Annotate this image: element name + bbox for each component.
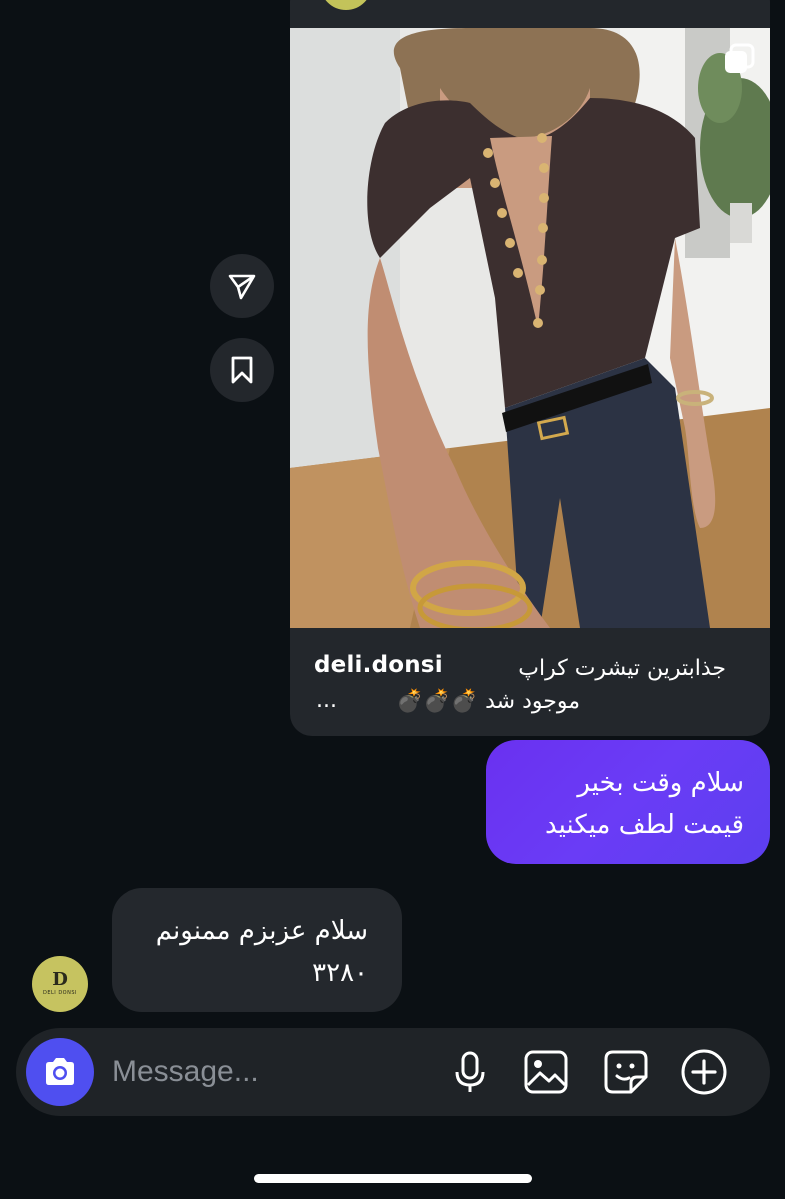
save-button[interactable] <box>210 338 274 402</box>
post-caption[interactable]: deli.donsi جذابترین تیشرت کراپ موجود شد … <box>290 628 770 736</box>
camera-icon <box>46 1058 74 1085</box>
sticker-icon <box>604 1050 648 1094</box>
share-button[interactable] <box>210 254 274 318</box>
more-button[interactable] <box>680 1048 728 1096</box>
plus-icon <box>681 1049 727 1095</box>
sender-avatar[interactable]: D DELI DONSI <box>32 956 88 1012</box>
shared-post-card[interactable]: deli.donsi جذابترین تیشرت کراپ موجود شد … <box>290 0 770 736</box>
post-photo <box>290 28 770 628</box>
incoming-message-text: سلام عزبزم ممنونم ۳۲۸۰ <box>155 916 368 988</box>
microphone-icon <box>455 1051 485 1092</box>
sender-avatar-logo: D <box>52 969 68 990</box>
post-author-avatar[interactable] <box>318 0 374 12</box>
gallery-icon <box>524 1050 568 1094</box>
post-caption-line1: جذابترین تیشرت کراپ <box>518 656 726 681</box>
incoming-message-bubble[interactable]: سلام عزبزم ممنونم ۳۲۸۰ <box>112 888 402 1012</box>
sender-avatar-label: DELI DONSI <box>42 990 78 996</box>
voice-button[interactable] <box>446 1048 494 1096</box>
sticker-button[interactable] <box>602 1048 650 1096</box>
gallery-button[interactable] <box>522 1048 570 1096</box>
outgoing-message-text: سلام وقت بخیر قیمت لطف میکنید <box>545 768 744 840</box>
caption-more[interactable]: ... <box>316 684 337 717</box>
message-composer <box>16 1028 770 1116</box>
home-indicator[interactable] <box>254 1174 532 1183</box>
post-image[interactable] <box>290 28 770 628</box>
multiple-images-icon <box>722 42 756 76</box>
camera-button[interactable] <box>26 1038 94 1106</box>
message-input[interactable] <box>112 1050 412 1094</box>
share-icon <box>228 274 256 300</box>
post-caption-line2: موجود شد 💣💣💣 <box>395 689 580 714</box>
bookmark-icon <box>231 356 253 384</box>
outgoing-message-bubble[interactable]: سلام وقت بخیر قیمت لطف میکنید <box>486 740 770 864</box>
